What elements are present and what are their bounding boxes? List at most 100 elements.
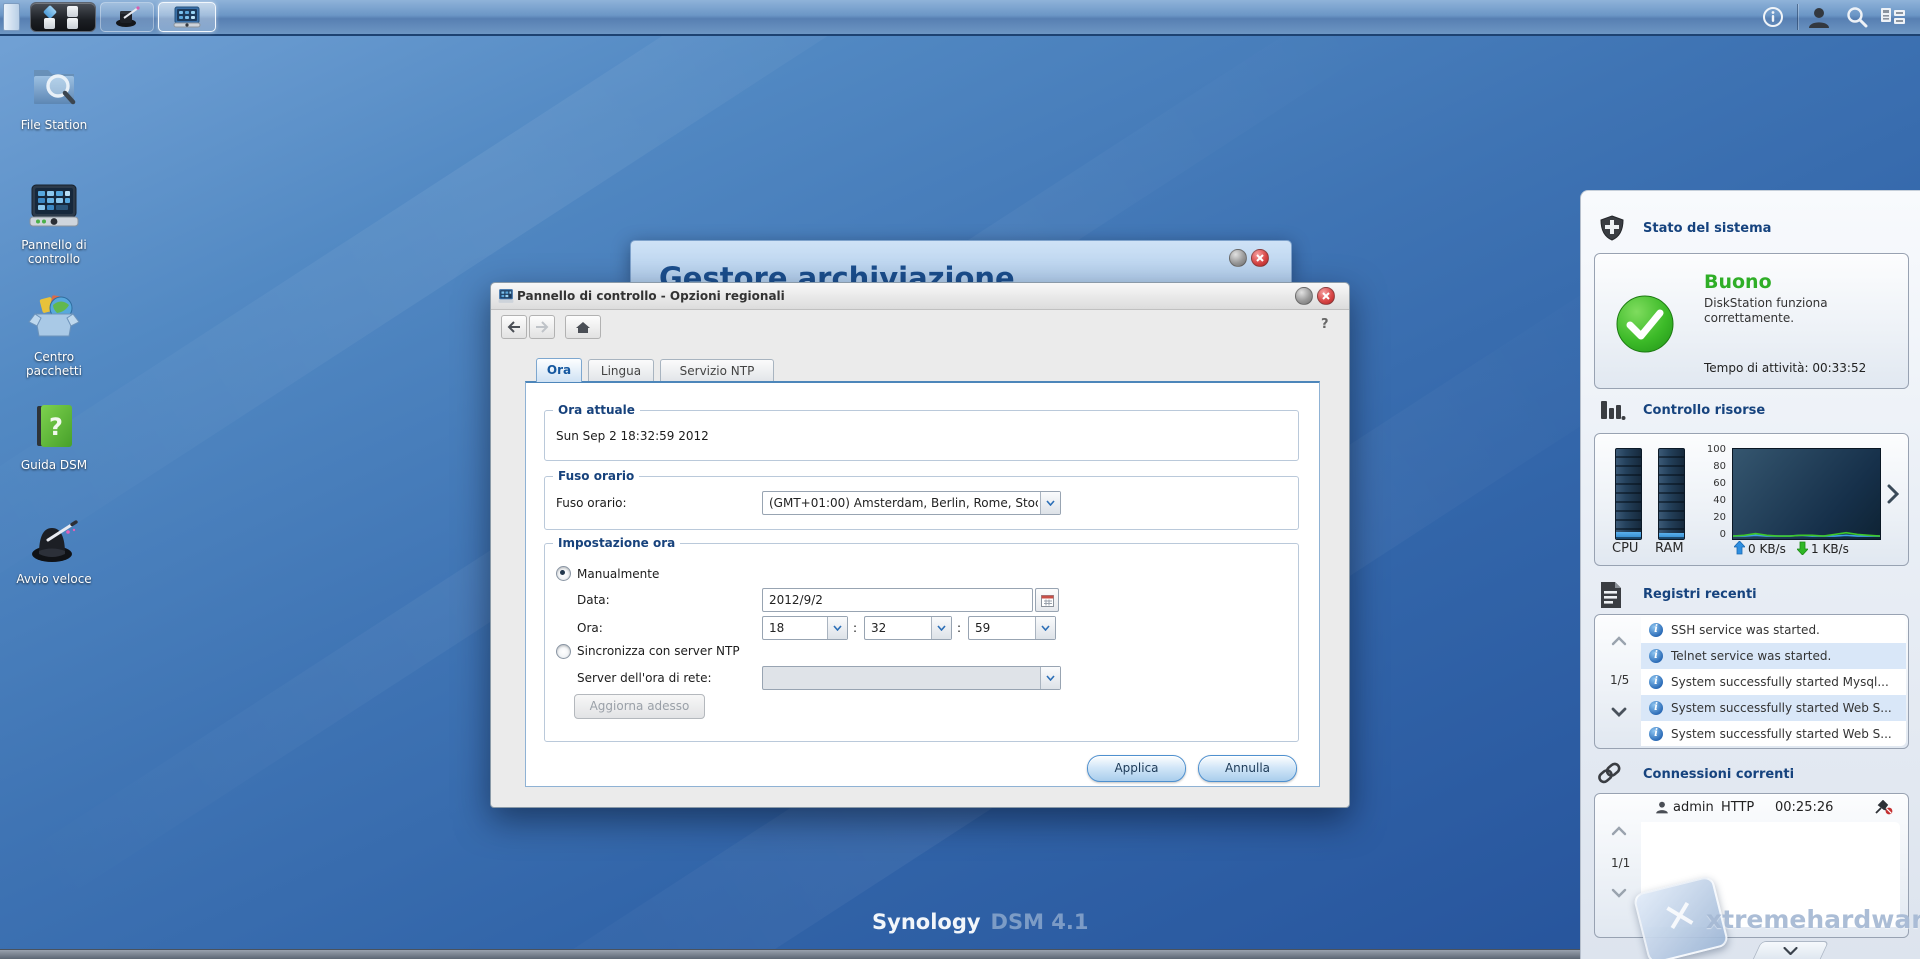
home-icon [575, 321, 591, 334]
forward-arrow-icon [535, 321, 549, 333]
status-value: Buono [1704, 271, 1772, 293]
timezone-legend: Fuso orario [553, 469, 639, 483]
tab-lingua[interactable]: Lingua [588, 359, 654, 382]
tab-servizio-ntp[interactable]: Servizio NTP [660, 359, 774, 382]
log-row[interactable]: i System successfully started Mysql... [1641, 669, 1906, 695]
close-icon[interactable] [1317, 287, 1335, 305]
disconnect-icon[interactable] [1875, 800, 1893, 815]
calendar-button[interactable] [1035, 588, 1059, 612]
taskbar-info-button[interactable] [1760, 5, 1786, 29]
back-arrow-icon [507, 321, 521, 333]
forward-button[interactable] [529, 315, 555, 339]
log-row[interactable]: i System successfully started Web S... [1641, 721, 1906, 747]
desktop-icon-file-station[interactable]: File Station [6, 62, 102, 132]
search-icon [1846, 6, 1868, 28]
help-button[interactable]: ? [1321, 317, 1329, 332]
user-icon [1807, 6, 1831, 28]
desktop-icon-quick-start[interactable]: Avvio veloce [6, 518, 102, 586]
taskbar-widgets-button[interactable] [1880, 5, 1906, 29]
connection-time: 00:25:26 [1775, 800, 1833, 815]
page-up-icon[interactable] [1611, 636, 1627, 646]
regional-options-dialog: Pannello di controllo - Opzioni regional… [490, 282, 1350, 808]
page-down-icon[interactable] [1611, 707, 1627, 717]
connection-protocol: HTTP [1721, 800, 1754, 815]
dialog-title: Pannello di controllo - Opzioni regional… [517, 289, 785, 303]
ntp-server-label: Server dell'ora di rete: [577, 671, 712, 685]
apply-button[interactable]: Applica [1087, 755, 1186, 782]
log-row[interactable]: i SSH service was started. [1641, 617, 1906, 643]
back-button[interactable] [501, 315, 527, 339]
timezone-label: Fuso orario: [556, 496, 627, 510]
status-description: DiskStation funziona correttamente. [1704, 296, 1864, 326]
recent-logs-widget: 1/5 i SSH service was started. i Telnet … [1594, 614, 1909, 749]
resource-monitor-widget: CPU RAM 100 80 60 40 20 0 0 KB/s 1 KB/s [1594, 433, 1909, 566]
widgets-icon [1880, 6, 1906, 28]
document-icon [1599, 581, 1623, 609]
taskbar-control-panel-button[interactable] [158, 2, 216, 32]
logs-page-indicator: 1/5 [1610, 673, 1629, 687]
upload-arrow-icon [1734, 541, 1745, 555]
desktop-icon-control-panel[interactable]: Pannello di controllo [6, 182, 102, 266]
page-down-icon[interactable] [1611, 888, 1627, 898]
manual-radio[interactable] [556, 566, 571, 581]
current-time-legend: Ora attuale [553, 403, 640, 417]
log-row[interactable]: i Telnet service was started. [1641, 643, 1906, 669]
current-time-group: Ora attuale Sun Sep 2 18:32:59 2012 [544, 410, 1299, 461]
package-center-icon [27, 292, 81, 342]
svg-text:?: ? [49, 413, 63, 441]
cancel-button[interactable]: Annulla [1198, 755, 1297, 782]
cpu-gauge [1615, 448, 1642, 540]
second-select[interactable]: 59 [968, 616, 1056, 640]
desktop-icon-dsm-help[interactable]: ? Guida DSM [6, 402, 102, 472]
chevron-down-icon [1040, 667, 1060, 689]
taskbar [0, 0, 1920, 36]
dsm-branding: SynologyDSM 4.1 [872, 910, 1089, 934]
date-label: Data: [577, 593, 610, 607]
main-menu-button[interactable] [30, 2, 96, 32]
info-icon: i [1649, 675, 1663, 689]
info-icon: i [1649, 727, 1663, 741]
panel-collapse-tab[interactable] [1753, 941, 1829, 959]
time-colon: : [853, 621, 857, 635]
time-label: Ora: [577, 621, 603, 635]
minimize-button[interactable] [1229, 249, 1247, 267]
timezone-select[interactable]: (GMT+01:00) Amsterdam, Berlin, Rome, Sto… [762, 491, 1061, 515]
minimize-button[interactable] [1295, 287, 1313, 305]
recent-logs-title: Registri recenti [1643, 587, 1757, 602]
ntp-radio[interactable] [556, 644, 571, 659]
user-icon [1655, 800, 1669, 814]
show-desktop-button[interactable] [3, 3, 20, 31]
desktop-icon-package-center[interactable]: Centro pacchetti [6, 292, 102, 378]
manual-radio-label: Manualmente [577, 567, 659, 581]
system-status-widget: Buono DiskStation funziona correttamente… [1594, 253, 1909, 389]
taskbar-user-button[interactable] [1806, 5, 1832, 29]
hour-select[interactable]: 18 [762, 616, 848, 640]
widget-panel: Stato del sistema Buono DiskStation funz… [1580, 190, 1920, 959]
desktop-icon-label: Pannello di controllo [6, 238, 102, 266]
minute-select[interactable]: 32 [864, 616, 952, 640]
chevron-down-icon [1035, 617, 1055, 639]
resource-monitor-title: Controllo risorse [1643, 403, 1765, 418]
shield-icon [1599, 215, 1625, 241]
taskbar-search-button[interactable] [1844, 5, 1870, 29]
connection-user: admin [1673, 800, 1714, 815]
dialog-titlebar[interactable]: Pannello di controllo - Opzioni regional… [491, 283, 1349, 310]
tab-ora[interactable]: Ora [536, 358, 582, 382]
home-button[interactable] [565, 315, 601, 339]
chevron-down-icon [931, 617, 951, 639]
taskbar-separator [1797, 4, 1798, 30]
chevron-right-icon[interactable] [1887, 484, 1899, 504]
page-up-icon[interactable] [1611, 826, 1627, 836]
storage-manager-window[interactable]: Gestore archiviazione [630, 240, 1292, 283]
info-icon: i [1649, 701, 1663, 715]
taskbar-quick-start-button[interactable] [100, 2, 154, 32]
time-setting-legend: Impostazione ora [553, 536, 680, 550]
log-row[interactable]: i System successfully started Web S... [1641, 695, 1906, 721]
calendar-icon [1041, 594, 1054, 607]
magic-hat-desktop-icon [28, 518, 80, 564]
main-menu-icon [43, 5, 57, 19]
desktop-icon-label: Avvio veloce [6, 572, 102, 586]
close-icon[interactable] [1251, 249, 1269, 267]
date-input[interactable]: 2012/9/2 [762, 588, 1033, 612]
magic-hat-icon [114, 6, 140, 28]
